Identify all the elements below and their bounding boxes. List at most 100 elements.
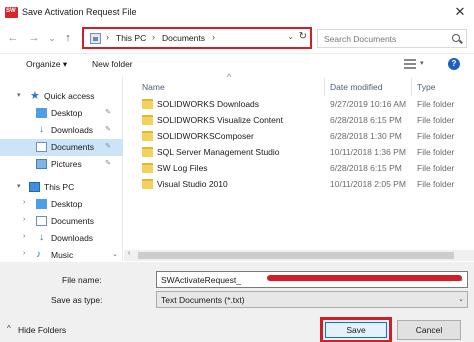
scroll-down-chevron-icon[interactable]: ⌄ [112, 250, 118, 258]
file-row[interactable]: SOLIDWORKS Downloads 9/27/2019 10:16 AM … [138, 97, 474, 113]
file-row[interactable]: SQL Server Management Studio 10/11/2018 … [138, 145, 474, 161]
title-bar: Save Activation Request File ✕ [0, 0, 474, 24]
new-folder-button[interactable]: New folder [92, 59, 133, 69]
file-row[interactable]: Visual Studio 2010 10/11/2018 2:05 PM Fi… [138, 177, 474, 193]
column-header-name[interactable]: Name [142, 82, 165, 92]
collapse-chevron-icon[interactable]: › [23, 199, 25, 206]
save-form: File name: SWActivateRequest_ ⌄ Save as … [0, 262, 474, 342]
sidebar-item-label: Documents [51, 216, 94, 226]
desktop-icon [36, 199, 47, 209]
view-options-icon[interactable] [404, 59, 416, 69]
file-type: File folder [417, 115, 455, 125]
file-date-modified: 6/28/2018 6:15 PM [330, 163, 402, 173]
breadcrumb-separator-icon: › [212, 32, 215, 42]
column-divider[interactable] [324, 78, 325, 96]
sidebar-item-label: Desktop [51, 199, 83, 209]
forward-arrow-icon[interactable]: → [27, 29, 41, 47]
file-type: File folder [417, 131, 455, 141]
column-header-type[interactable]: Type [417, 82, 435, 92]
folder-icon [142, 115, 153, 125]
sidebar-item-this-pc[interactable]: ▾ This PC [0, 179, 123, 196]
scroll-left-chevron-icon[interactable]: ‹ [128, 250, 130, 257]
collapse-chevron-icon[interactable]: › [23, 250, 25, 257]
sidebar-item-desktop-quick[interactable]: Desktop ✎ [0, 105, 123, 122]
folder-icon [142, 131, 153, 141]
hide-folders-caret-icon[interactable]: ^ [7, 324, 11, 333]
sidebar-item-desktop[interactable]: › Desktop [0, 196, 123, 213]
file-name-label: File name: [62, 275, 102, 285]
save-button-label: Save [346, 325, 366, 335]
address-dropdown-icon[interactable]: ⌄ [287, 32, 294, 41]
expand-chevron-icon[interactable]: ▾ [17, 182, 21, 190]
window-title: Save Activation Request File [22, 7, 137, 17]
breadcrumb-separator-icon: › [152, 32, 155, 42]
file-name: SQL Server Management Studio [157, 147, 280, 157]
file-row[interactable]: SOLIDWORKS Visualize Content 6/28/2018 6… [138, 113, 474, 129]
sidebar-item-pictures-quick[interactable]: Pictures ✎ [0, 156, 123, 173]
sidebar-item-documents-quick[interactable]: Documents ✎ [0, 139, 123, 156]
pin-icon: ✎ [105, 109, 111, 116]
breadcrumb-this-pc[interactable]: This PC [116, 33, 146, 43]
sidebar-item-downloads-quick[interactable]: ↓ Downloads ✎ [0, 122, 123, 139]
sidebar-item-downloads[interactable]: › ↓ Downloads [0, 230, 123, 247]
search-icon[interactable] [452, 34, 460, 42]
sidebar-item-label: Documents [51, 142, 94, 152]
chevron-down-icon[interactable]: ⌄ [458, 295, 464, 303]
this-pc-icon [90, 33, 101, 44]
download-icon: ↓ [39, 232, 44, 243]
search-box[interactable]: Search Documents [317, 29, 467, 48]
expand-chevron-icon[interactable]: ▾ [17, 91, 21, 99]
sidebar-item-label: Pictures [51, 159, 82, 169]
sidebar-item-documents[interactable]: › Documents [0, 213, 123, 230]
download-icon: ↓ [39, 124, 44, 135]
file-name: SW Log Files [157, 163, 208, 173]
sidebar-item-quick-access[interactable]: ▾ ★ Quick access [0, 88, 123, 105]
close-icon[interactable]: ✕ [451, 3, 469, 21]
navigation-pane: ▾ ★ Quick access Desktop ✎ ↓ Downloads ✎… [0, 76, 123, 261]
computer-icon [29, 182, 40, 192]
organize-button[interactable]: Organize ▾ [26, 59, 67, 70]
chevron-down-icon[interactable]: ⌄ [458, 275, 464, 283]
address-bar[interactable]: › This PC › Documents › ⌄ ↻ [82, 27, 312, 49]
hide-folders-button[interactable]: Hide Folders [18, 325, 66, 335]
column-header-date-modified[interactable]: Date modified [330, 82, 382, 92]
recent-locations-chevron-icon[interactable]: ⌄ [47, 29, 57, 47]
breadcrumb-documents[interactable]: Documents [162, 33, 205, 43]
music-icon: ♪ [36, 249, 41, 260]
file-name: SOLIDWORKS Downloads [157, 99, 260, 109]
file-row[interactable]: SOLIDWORKSComposer 6/28/2018 1:30 PM Fil… [138, 129, 474, 145]
file-type: File folder [417, 163, 455, 173]
file-type: File folder [417, 99, 455, 109]
cancel-button[interactable]: Cancel [397, 320, 461, 340]
file-type: File folder [417, 179, 455, 189]
column-divider[interactable] [411, 78, 412, 96]
sidebar-item-label: Desktop [51, 108, 83, 118]
file-name: Visual Studio 2010 [157, 179, 228, 189]
file-list-pane: ^ Name Date modified Type SOLIDWORKS Dow… [124, 72, 474, 250]
up-arrow-icon[interactable]: ↑ [62, 29, 74, 47]
collapse-chevron-icon[interactable]: › [23, 233, 25, 240]
refresh-icon[interactable]: ↻ [299, 31, 307, 42]
file-date-modified: 10/11/2018 1:36 PM [330, 147, 406, 157]
save-as-type-value: Text Documents (*.txt) [161, 295, 245, 305]
help-icon[interactable]: ? [448, 58, 460, 70]
navigation-bar: ← → ⌄ ↑ › This PC › Documents › ⌄ ↻ Sear… [0, 27, 474, 51]
file-name-input[interactable]: SWActivateRequest_ ⌄ [156, 271, 468, 288]
pictures-icon [36, 159, 47, 169]
file-date-modified: 10/11/2018 2:05 PM [330, 179, 406, 189]
collapse-chevron-icon[interactable]: › [23, 216, 25, 223]
file-date-modified: 9/27/2019 10:16 AM [330, 99, 407, 109]
view-dropdown-icon[interactable]: ▾ [420, 59, 424, 67]
star-icon: ★ [30, 90, 40, 102]
horizontal-scrollbar[interactable]: ‹ [124, 250, 474, 261]
sidebar-item-label: Music [51, 250, 74, 260]
pin-icon: ✎ [105, 143, 111, 150]
save-as-type-select[interactable]: Text Documents (*.txt) ⌄ [156, 291, 468, 308]
documents-icon [36, 216, 47, 226]
back-arrow-icon[interactable]: ← [6, 29, 20, 47]
redaction-mark [267, 275, 462, 281]
file-row[interactable]: SW Log Files 6/28/2018 6:15 PM File fold… [138, 161, 474, 177]
search-placeholder: Search Documents [324, 34, 397, 44]
scrollbar-thumb[interactable] [138, 252, 454, 259]
save-button[interactable]: Save [320, 317, 392, 342]
